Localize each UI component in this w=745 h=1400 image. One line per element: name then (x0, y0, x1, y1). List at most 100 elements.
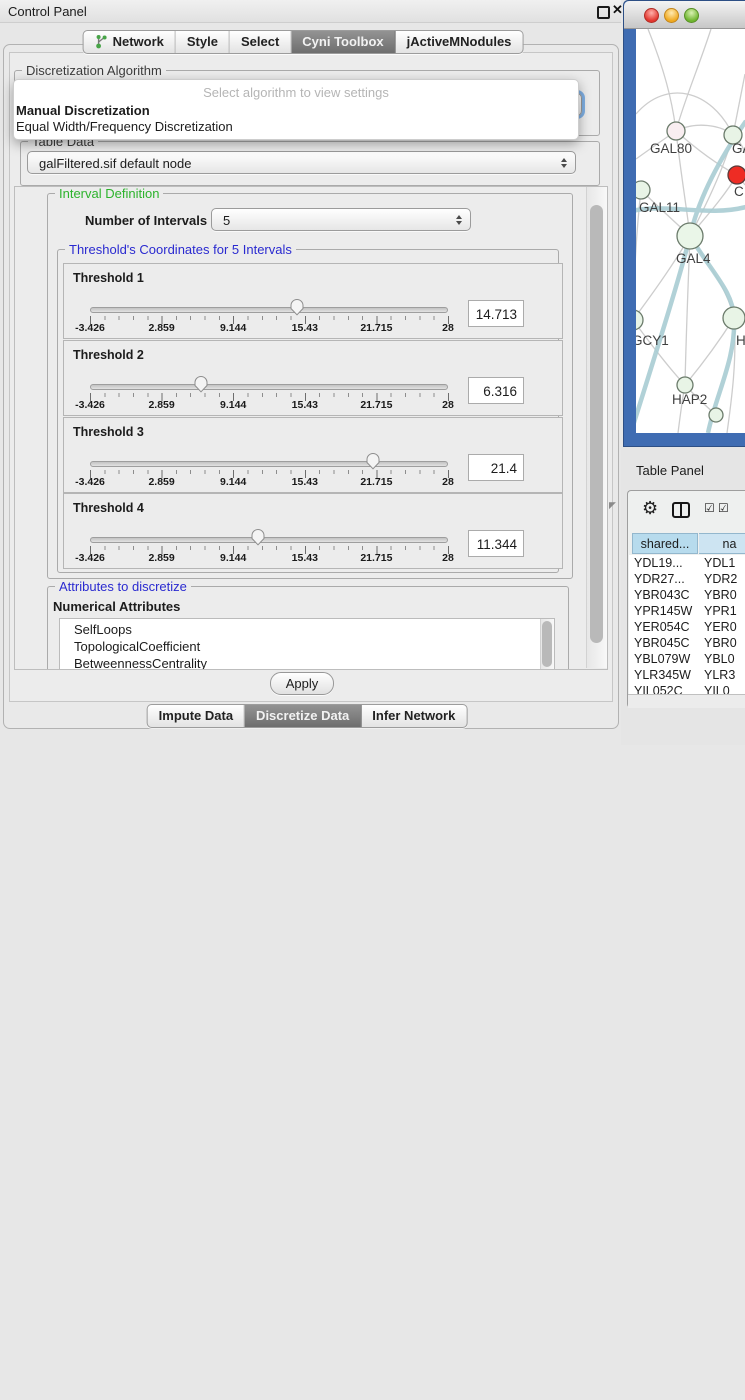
node-label-gal80: GAL80 (650, 141, 692, 156)
threshold-3-block: Threshold 3 -3.4262.8599.14415.4321.7152… (63, 417, 563, 493)
table-panel-title: Table Panel (636, 463, 704, 478)
list-item[interactable]: TopologicalCoefficient (60, 637, 554, 654)
network-graph: GAL80 GA C GAL11 GAL4 GCY1 H HAP2 (636, 29, 745, 433)
group-title: Attributes to discretize (55, 579, 191, 594)
threshold-value-field[interactable]: 6.316 (468, 377, 524, 404)
node-gal11[interactable] (636, 181, 650, 199)
threshold-4-block: Threshold 4 -3.4262.8599.14415.4321.7152… (63, 493, 563, 569)
close-icon[interactable]: ✕ (612, 2, 623, 18)
table-row[interactable]: YDL19...YDL1 (629, 555, 745, 571)
table-data-combobox[interactable]: galFiltered.sif default node (27, 151, 576, 174)
control-panel-titlebar: Control Panel ✕ (0, 0, 621, 23)
numerical-attributes-label: Numerical Attributes (53, 599, 180, 614)
close-traffic-light-icon[interactable] (644, 8, 659, 23)
threshold-2-block: Threshold 2 -3.4262.8599.14415.4321.7152… (63, 340, 563, 416)
slider-major-ticks (90, 470, 449, 478)
panel-scrollbar[interactable] (586, 187, 607, 668)
slider-major-ticks (90, 546, 449, 554)
tab-discretize-data[interactable]: Discretize Data (245, 705, 361, 727)
threshold-slider[interactable]: -3.4262.8599.14415.4321.71528 (90, 418, 448, 492)
threshold-slider[interactable]: -3.4262.8599.14415.4321.71528 (90, 341, 448, 415)
threshold-value-field[interactable]: 11.344 (468, 530, 524, 557)
float-window-icon[interactable] (597, 6, 610, 19)
checkbox-icon[interactable]: ☑ (718, 501, 729, 515)
dropdown-hint: Select algorithm to view settings (14, 80, 578, 100)
combo-value: galFiltered.sif default node (39, 156, 191, 171)
table-row[interactable]: YDR27...YDR2 (629, 571, 745, 587)
network-icon (95, 34, 108, 49)
node-hap2[interactable] (677, 377, 693, 393)
node-label-gcy1: GCY1 (636, 333, 669, 348)
tab-label: Network (113, 34, 164, 49)
node-label-partial-c: C (734, 184, 744, 199)
threshold-slider[interactable]: -3.4262.8599.14415.4321.71528 (90, 264, 448, 338)
column-header-name[interactable]: na (699, 533, 745, 554)
threshold-value-field[interactable]: 21.4 (468, 454, 524, 481)
list-scrollbar[interactable] (540, 619, 554, 670)
table-row[interactable]: YLR345WYLR3 (629, 667, 745, 683)
scrollbar-thumb[interactable] (590, 205, 603, 643)
slider-major-ticks (90, 316, 449, 324)
bottom-tab-bar: Impute Data Discretize Data Infer Networ… (147, 704, 468, 728)
slider-handle[interactable] (251, 528, 266, 546)
tab-cyni-toolbox[interactable]: Cyni Toolbox (291, 31, 395, 53)
slider-track[interactable] (90, 537, 448, 543)
table-row[interactable]: YBR045CYBR0 (629, 635, 745, 651)
node-selected-red[interactable] (728, 166, 745, 184)
tab-style[interactable]: Style (176, 31, 230, 53)
apply-button[interactable]: Apply (270, 672, 334, 695)
slider-track[interactable] (90, 384, 448, 390)
threshold-value-field[interactable]: 14.713 (468, 300, 524, 327)
table-row[interactable]: YBL079WYBL0 (629, 651, 745, 667)
algorithm-dropdown-popup: Select algorithm to view settings Manual… (13, 79, 579, 140)
threshold-slider[interactable]: -3.4262.8599.14415.4321.71528 (90, 494, 448, 568)
zoom-traffic-light-icon[interactable] (684, 8, 699, 23)
mouse-cursor-icon: ◤ (609, 500, 616, 511)
tab-select[interactable]: Select (230, 31, 291, 53)
dropdown-option-equal-width[interactable]: Equal Width/Frequency Discretization (16, 119, 233, 134)
tab-infer-network[interactable]: Infer Network (361, 705, 466, 727)
slider-track[interactable] (90, 307, 448, 313)
list-item[interactable]: SelfLoops (60, 619, 554, 637)
top-tab-bar: Network Style Select Cyni Toolbox jActiv… (83, 30, 524, 54)
node-right[interactable] (723, 307, 745, 329)
node-label-gal11: GAL11 (639, 200, 680, 215)
table-row[interactable]: YER054CYER0 (629, 619, 745, 635)
group-title: Discretization Algorithm (22, 63, 166, 78)
tab-jactivemnodules[interactable]: jActiveMNodules (396, 31, 523, 53)
dropdown-option-manual[interactable]: Manual Discretization (16, 103, 150, 118)
node-gcy1[interactable] (636, 310, 643, 330)
checkbox-icon[interactable]: ☑ (704, 501, 715, 515)
split-columns-icon[interactable] (672, 502, 690, 518)
attributes-list[interactable]: SelfLoops TopologicalCoefficient Between… (59, 618, 555, 670)
combo-arrows-icon (456, 215, 462, 225)
tab-network[interactable]: Network (84, 31, 176, 53)
node-table[interactable]: YDL19...YDL1 YDR27...YDR2 YBR043CYBR0 YP… (629, 555, 745, 694)
slider-major-ticks (90, 393, 449, 401)
table-row[interactable]: YIL052CYIL0 (629, 683, 745, 694)
node-label-gal4: GAL4 (676, 251, 711, 266)
slider-track[interactable] (90, 461, 448, 467)
node-label-partial-ga: GA (732, 141, 745, 156)
settings-scroll-area: Interval Definition Number of Intervals … (14, 186, 608, 670)
combo-arrows-icon (561, 158, 567, 168)
table-row[interactable]: YBR043CYBR0 (629, 587, 745, 603)
table-row[interactable]: YPR145WYPR1 (629, 603, 745, 619)
list-item[interactable]: BetweennessCentrality (60, 654, 554, 670)
network-canvas[interactable]: GAL80 GA C GAL11 GAL4 GCY1 H HAP2 (636, 29, 745, 433)
panel-title: Control Panel (8, 4, 87, 19)
slider-handle[interactable] (289, 298, 304, 316)
column-header-shared-name[interactable]: shared... (632, 533, 698, 554)
node-gal80[interactable] (667, 122, 685, 140)
slider-handle[interactable] (193, 375, 208, 393)
node-label-hap2: HAP2 (672, 392, 707, 407)
num-intervals-combobox[interactable]: 5 (211, 208, 471, 231)
gear-icon[interactable]: ⚙ (642, 498, 658, 519)
minimize-traffic-light-icon[interactable] (664, 8, 679, 23)
node-bottom[interactable] (709, 408, 723, 422)
table-horizontal-scrollbar[interactable] (628, 694, 745, 708)
node-gal4[interactable] (677, 223, 703, 249)
threshold-1-block: Threshold 1 -3.4262.8599.14415.4321.7152… (63, 263, 563, 339)
tab-impute-data[interactable]: Impute Data (148, 705, 245, 727)
slider-handle[interactable] (365, 452, 380, 470)
